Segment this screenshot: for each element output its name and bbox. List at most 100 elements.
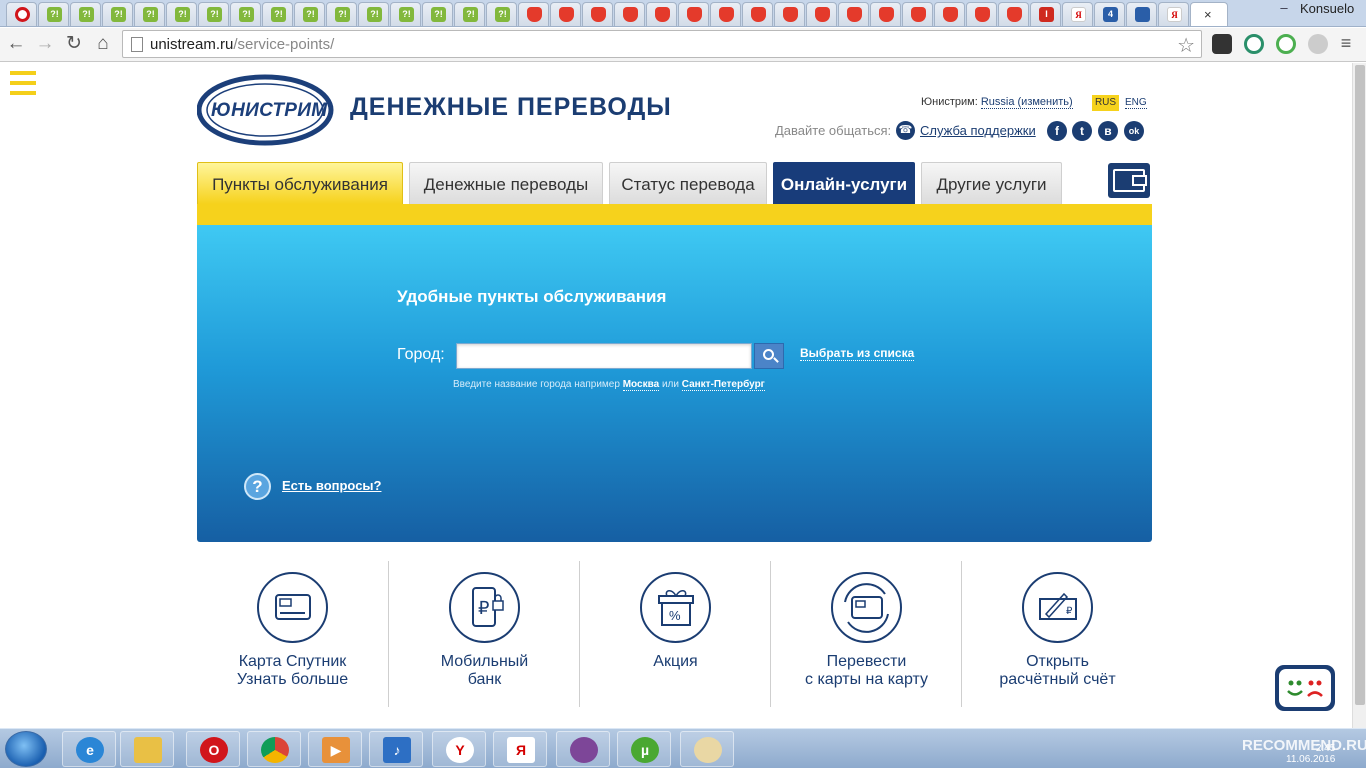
tab-service-points[interactable]: Пункты обслуживания bbox=[197, 162, 403, 204]
browser-tab[interactable]: ?! bbox=[102, 2, 133, 26]
taskbar-explorer[interactable] bbox=[120, 731, 174, 767]
choose-from-list-link[interactable]: Выбрать из списка bbox=[800, 346, 915, 361]
tab-online-services[interactable]: Онлайн-услуги bbox=[773, 162, 915, 204]
browser-tab[interactable]: Я bbox=[1158, 2, 1189, 26]
browser-user-name[interactable]: Konsuelo bbox=[1300, 1, 1354, 16]
extension-refresh-icon[interactable] bbox=[1244, 34, 1264, 54]
city-input[interactable] bbox=[456, 343, 752, 369]
browser-tab[interactable]: ?! bbox=[262, 2, 293, 26]
extension-ghostery-icon[interactable] bbox=[1212, 34, 1232, 54]
menu-icon[interactable]: ≡ bbox=[1336, 34, 1356, 54]
browser-tab[interactable]: ?! bbox=[486, 2, 517, 26]
taskbar-yandex[interactable]: Y bbox=[432, 731, 486, 767]
browser-tab[interactable]: ?! bbox=[134, 2, 165, 26]
service-mobile-bank[interactable]: ₽ Мобильный банк bbox=[388, 561, 579, 707]
browser-tab[interactable] bbox=[806, 2, 837, 26]
chat-widget-button[interactable] bbox=[1275, 665, 1335, 711]
hamburger-menu-icon[interactable] bbox=[10, 71, 36, 95]
browser-tab[interactable]: ?! bbox=[358, 2, 389, 26]
unistream-logo[interactable]: ЮНИСТРИМ bbox=[196, 74, 335, 146]
taskbar-tor[interactable] bbox=[556, 731, 610, 767]
bookmark-star-icon[interactable]: ☆ bbox=[1177, 33, 1195, 58]
browser-tab[interactable]: ?! bbox=[294, 2, 325, 26]
odnoklassniki-icon[interactable]: ok bbox=[1124, 121, 1144, 141]
browser-tab[interactable]: ?! bbox=[38, 2, 69, 26]
hint-city-moscow-link[interactable]: Москва bbox=[622, 379, 660, 391]
tab-other-services[interactable]: Другие услуги bbox=[921, 162, 1062, 204]
active-browser-tab[interactable]: × bbox=[1190, 2, 1228, 26]
page-scrollbar[interactable] bbox=[1352, 63, 1366, 728]
question-icon[interactable]: ? bbox=[244, 473, 271, 500]
service-sputnik-card[interactable]: Карта Спутник Узнать больше bbox=[197, 561, 388, 707]
address-url[interactable]: unistream.ru/service-points/ bbox=[150, 36, 334, 53]
forward-button[interactable]: → bbox=[33, 32, 57, 56]
minimize-button[interactable]: – bbox=[1270, 0, 1298, 18]
browser-tab[interactable] bbox=[934, 2, 965, 26]
vkontakte-icon[interactable]: в bbox=[1098, 121, 1118, 141]
browser-tab[interactable] bbox=[518, 2, 549, 26]
search-button[interactable] bbox=[754, 343, 784, 369]
region-change-link[interactable]: Russia (изменить) bbox=[980, 96, 1073, 109]
browser-tab[interactable] bbox=[966, 2, 997, 26]
taskbar-sound[interactable]: ♪ bbox=[369, 731, 423, 767]
service-promo[interactable]: % Акция bbox=[579, 561, 770, 707]
wallet-icon[interactable] bbox=[1108, 163, 1150, 198]
browser-tab[interactable] bbox=[582, 2, 613, 26]
browser-tab[interactable] bbox=[646, 2, 677, 26]
browser-tab[interactable] bbox=[1126, 2, 1157, 26]
close-tab-icon[interactable]: × bbox=[1204, 7, 1212, 22]
taskbar-chrome[interactable] bbox=[247, 731, 301, 767]
browser-tab[interactable]: ?! bbox=[422, 2, 453, 26]
page-icon bbox=[131, 37, 143, 52]
taskbar-paint[interactable] bbox=[680, 731, 734, 767]
browser-tab[interactable]: 4 bbox=[1094, 2, 1125, 26]
facebook-icon[interactable]: f bbox=[1047, 121, 1067, 141]
taskbar-ie[interactable]: e bbox=[62, 731, 116, 767]
hint-city-spb-link[interactable]: Санкт-Петербург bbox=[681, 379, 765, 391]
web-page: ЮНИСТРИМ ДЕНЕЖНЫЕ ПЕРЕВОДЫ Юнистрим: Rus… bbox=[0, 63, 1352, 728]
extension-green-icon[interactable] bbox=[1276, 34, 1296, 54]
browser-tab[interactable] bbox=[774, 2, 805, 26]
browser-tab[interactable]: ?! bbox=[390, 2, 421, 26]
browser-tab[interactable] bbox=[998, 2, 1029, 26]
browser-tab[interactable] bbox=[678, 2, 709, 26]
browser-tab[interactable]: ?! bbox=[198, 2, 229, 26]
browser-tab[interactable] bbox=[550, 2, 581, 26]
browser-tab[interactable]: ?! bbox=[166, 2, 197, 26]
lang-eng-button[interactable]: ENG bbox=[1125, 97, 1147, 109]
scrollbar-thumb[interactable] bbox=[1355, 65, 1365, 705]
browser-tab[interactable] bbox=[870, 2, 901, 26]
home-button[interactable]: ⌂ bbox=[91, 32, 115, 56]
tab-favicon-icon bbox=[559, 7, 574, 22]
browser-tab[interactable]: Я bbox=[1062, 2, 1093, 26]
support-link[interactable]: Служба поддержки bbox=[920, 123, 1036, 138]
browser-tab[interactable] bbox=[902, 2, 933, 26]
browser-tab[interactable]: ?! bbox=[70, 2, 101, 26]
service-card-to-card[interactable]: Перевести с карты на карту bbox=[770, 561, 961, 707]
browser-tab[interactable] bbox=[710, 2, 741, 26]
extension-gear-icon[interactable] bbox=[1308, 34, 1328, 54]
lang-rus-button[interactable]: RUS bbox=[1092, 95, 1119, 111]
service-open-account[interactable]: ₽ Открыть расчётный счёт bbox=[961, 561, 1152, 707]
taskbar-utorrent[interactable]: µ bbox=[617, 731, 671, 767]
taskbar-yandex-browser[interactable]: Я bbox=[493, 731, 547, 767]
taskbar-media-player[interactable]: ▶ bbox=[308, 731, 362, 767]
browser-tab[interactable] bbox=[6, 2, 37, 26]
tab-money-transfers[interactable]: Денежные переводы bbox=[409, 162, 603, 204]
browser-tab[interactable] bbox=[742, 2, 773, 26]
taskbar-opera[interactable]: O bbox=[186, 731, 240, 767]
tab-transfer-status[interactable]: Статус перевода bbox=[609, 162, 767, 204]
browser-tab[interactable] bbox=[838, 2, 869, 26]
twitter-icon[interactable]: t bbox=[1072, 121, 1092, 141]
reload-button[interactable]: ↻ bbox=[62, 32, 86, 56]
address-bar[interactable]: unistream.ru/service-points/ ☆ bbox=[122, 30, 1202, 58]
browser-tab[interactable]: ?! bbox=[230, 2, 261, 26]
start-button[interactable] bbox=[5, 731, 47, 767]
tab-favicon-icon bbox=[815, 7, 830, 22]
faq-link[interactable]: Есть вопросы? bbox=[282, 478, 381, 493]
browser-tab[interactable]: ?! bbox=[326, 2, 357, 26]
browser-tab[interactable]: ?! bbox=[454, 2, 485, 26]
browser-tab[interactable]: I bbox=[1030, 2, 1061, 26]
browser-tab[interactable] bbox=[614, 2, 645, 26]
back-button[interactable]: ← bbox=[4, 32, 28, 56]
